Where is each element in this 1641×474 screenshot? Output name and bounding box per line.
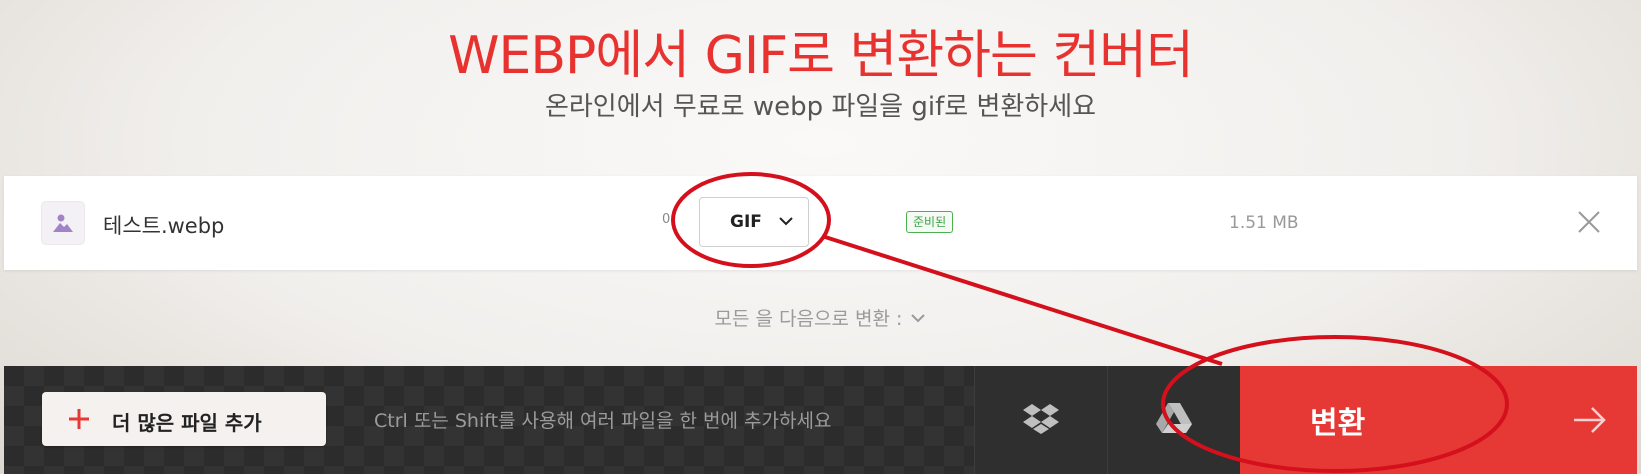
convert-button[interactable]: 변환 [1240,366,1637,474]
dropbox-button[interactable] [974,366,1107,474]
dropbox-icon [1023,404,1059,434]
page-title: WEBP에서 GIF로 변환하는 컨버터 [448,26,1194,86]
google-drive-icon [1156,403,1192,433]
add-files-label: 더 많은 파일 추가 [112,411,262,435]
image-icon [53,214,73,232]
file-name: 테스트.webp [103,214,225,238]
multi-select-hint: Ctrl 또는 Shift를 사용해 여러 파일을 한 번에 추가하세요 [374,410,832,432]
bottom-action-bar: 더 많은 파일 추가 Ctrl 또는 Shift를 사용해 여러 파일을 한 번… [4,366,1637,474]
add-more-files-button[interactable]: 더 많은 파일 추가 [42,392,326,446]
output-format-select[interactable]: GIF [699,197,809,247]
status-badge: 준비된 [906,211,954,233]
google-drive-button[interactable] [1107,366,1240,474]
file-row: 테스트.webp 0 GIF 준비된 1.51 MB [4,176,1637,270]
plus-icon [69,409,89,429]
convert-all-control[interactable]: 모든 을 다음으로 변환 : [0,304,1641,331]
file-thumbnail [42,202,84,244]
convert-all-label: 모든 을 다음으로 변환 : [714,308,903,330]
file-extra-text: 0 [662,212,671,227]
arrow-right-icon [1574,407,1606,433]
convert-button-label: 변환 [1310,406,1366,441]
remove-file-button[interactable] [1576,209,1602,235]
hero-section: WEBP에서 GIF로 변환하는 컨버터 온라인에서 무료로 webp 파일을 … [0,0,1641,175]
page-subtitle: 온라인에서 무료로 webp 파일을 gif로 변환하세요 [544,92,1097,122]
format-value: GIF [730,212,762,232]
close-icon [1578,211,1600,233]
chevron-down-icon [911,313,926,322]
chevron-down-icon [779,217,793,226]
file-size: 1.51 MB [1229,213,1299,233]
